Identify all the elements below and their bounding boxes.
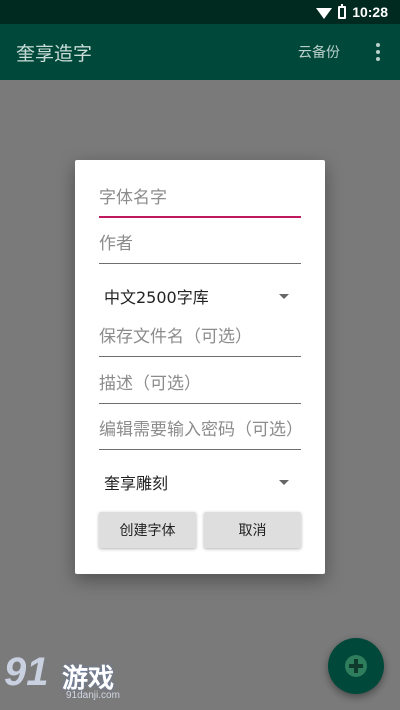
- password-input[interactable]: [99, 414, 301, 446]
- battery-icon: [338, 3, 347, 19]
- status-bar: 10:28: [0, 0, 400, 24]
- style-value: 奎享雕刻: [104, 474, 169, 493]
- app-bar: 奎享造字 云备份: [0, 24, 400, 80]
- font-name-input[interactable]: [99, 182, 301, 214]
- dropdown-arrow-icon: [279, 293, 289, 299]
- watermark-number: 91: [4, 650, 49, 694]
- description-field: [99, 368, 301, 404]
- wifi-icon: [316, 7, 333, 19]
- author-input[interactable]: [99, 228, 301, 260]
- watermark-logo: 91 游戏 91danji.com: [4, 650, 139, 706]
- watermark-url: 91danji.com: [66, 690, 120, 701]
- create-font-button[interactable]: 创建字体: [99, 512, 196, 548]
- font-name-field: [99, 182, 301, 218]
- filename-field: [99, 321, 301, 357]
- author-field: [99, 228, 301, 264]
- charset-value: 中文2500字库: [104, 288, 209, 307]
- description-input[interactable]: [99, 368, 301, 400]
- overflow-menu-icon[interactable]: [366, 40, 390, 64]
- cloud-backup-button[interactable]: 云备份: [298, 42, 340, 62]
- add-icon: [345, 655, 367, 677]
- dropdown-arrow-icon: [279, 479, 289, 485]
- style-spinner[interactable]: 奎享雕刻: [99, 467, 301, 497]
- add-font-fab[interactable]: [328, 638, 384, 694]
- filename-input[interactable]: [99, 321, 301, 353]
- create-font-dialog: 中文2500字库 奎享雕刻 创建字体 取消: [75, 160, 325, 574]
- cancel-button[interactable]: 取消: [204, 512, 301, 548]
- status-time: 10:28: [352, 4, 388, 20]
- password-field: [99, 414, 301, 450]
- charset-spinner[interactable]: 中文2500字库: [99, 281, 301, 311]
- app-title: 奎享造字: [16, 42, 93, 65]
